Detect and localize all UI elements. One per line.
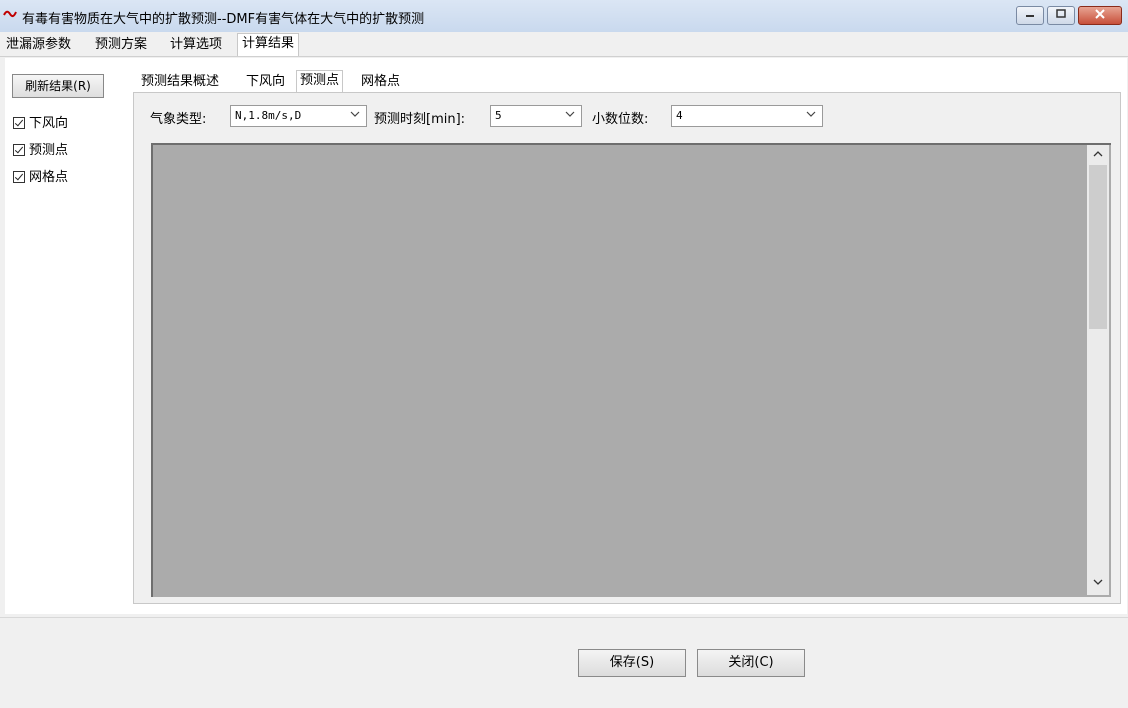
tab-prediction-scheme[interactable]: 预测方案 [91,35,151,55]
minimize-button[interactable] [1016,6,1044,25]
app-logo-icon [3,8,17,20]
tab-leak-source[interactable]: 泄漏源参数 [2,35,75,55]
forecast-time-select[interactable]: 5 [490,105,582,127]
window-title: 有毒有害物质在大气中的扩散预测--DMF有害气体在大气中的扩散预测 [22,12,425,27]
vertical-scrollbar[interactable] [1087,145,1109,595]
checkbox-downwind[interactable]: 下风向 [13,115,68,133]
decimal-places-label: 小数位数: [592,112,649,127]
maximize-icon [1048,8,1074,23]
close-icon [1079,8,1121,23]
tab-result-overview[interactable]: 预测结果概述 [138,72,222,92]
chevron-down-icon [565,109,575,123]
results-grid[interactable] [151,143,1111,597]
tab-calc-options[interactable]: 计算选项 [166,35,226,55]
title-bar: 有毒有害物质在大气中的扩散预测--DMF有害气体在大气中的扩散预测 [0,0,1128,32]
prediction-point-panel: 气象类型: N,1.8m/s,D 预测时刻[min]: 5 小数位数: 4 [133,92,1121,604]
tab-prediction-point[interactable]: 预测点 [296,70,344,93]
chevron-down-icon [806,109,816,123]
refresh-results-button[interactable]: 刷新结果(R) [12,74,104,98]
scroll-down-icon[interactable] [1087,575,1109,593]
save-button[interactable]: 保存(S) [578,649,686,677]
chevron-down-icon [350,109,360,123]
forecast-time-label: 预测时刻[min]: [374,112,466,127]
footer-divider [0,617,1128,618]
checkbox-label: 网格点 [29,170,69,185]
scroll-up-icon[interactable] [1087,147,1109,165]
checkbox-checked-icon [13,171,25,183]
minimize-icon [1017,8,1043,23]
weather-type-label: 气象类型: [150,112,207,127]
checkbox-grid-point[interactable]: 网格点 [13,169,68,187]
maximize-button[interactable] [1047,6,1075,25]
main-tab-bar: 泄漏源参数 预测方案 计算选项 计算结果 [0,32,1128,57]
weather-type-select[interactable]: N,1.8m/s,D [230,105,367,127]
close-button[interactable]: 关闭(C) [697,649,805,677]
close-window-button[interactable] [1078,6,1122,25]
forecast-time-value: 5 [495,109,502,122]
checkbox-prediction-point[interactable]: 预测点 [13,142,68,160]
checkbox-label: 预测点 [29,143,69,158]
tab-calc-results[interactable]: 计算结果 [237,33,300,56]
decimal-places-select[interactable]: 4 [671,105,823,127]
tab-downwind[interactable]: 下风向 [243,72,288,92]
scrollbar-thumb[interactable] [1089,165,1107,329]
decimal-places-value: 4 [676,109,683,122]
checkbox-label: 下风向 [29,116,69,131]
weather-type-value: N,1.8m/s,D [235,109,302,122]
tab-grid-point[interactable]: 网格点 [358,72,403,92]
checkbox-checked-icon [13,117,25,129]
checkbox-checked-icon [13,144,25,156]
